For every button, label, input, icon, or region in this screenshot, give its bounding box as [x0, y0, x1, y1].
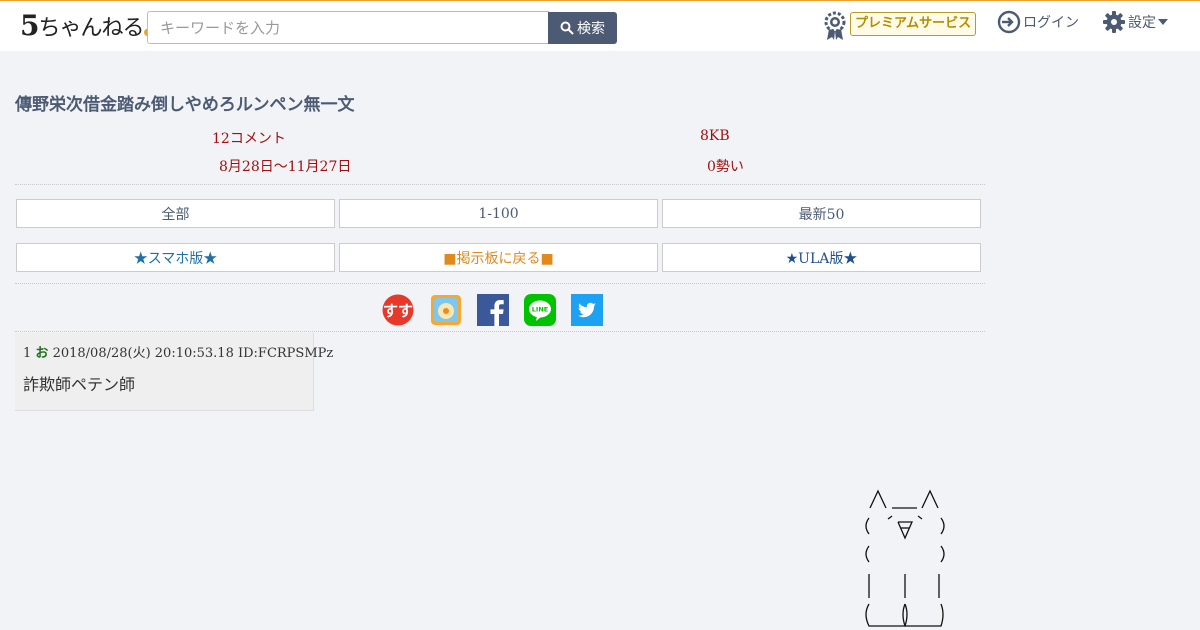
ula-version-link[interactable]: ★ULA版★ [662, 243, 981, 272]
login-button[interactable]: ログイン [997, 10, 1079, 34]
divider [15, 184, 985, 185]
settings-menu[interactable]: 設定 [1102, 10, 1168, 34]
site-logo[interactable]: 5ちゃんねる● [20, 9, 152, 42]
ascii-cat-art [865, 489, 945, 627]
view-latest-50-button[interactable]: 最新50 [662, 199, 981, 228]
search-input[interactable] [147, 11, 549, 44]
divider [15, 283, 985, 284]
thread-title: 傳野栄次借金踏み倒しやめろルンペン無一文 [15, 95, 355, 115]
post-header: 1 お 2018/08/28(火) 20:10:53.18 ID:FCRPSMP… [23, 342, 333, 361]
gear-icon [1103, 11, 1125, 33]
comment-count: 12コメント [212, 131, 286, 147]
svg-text:LINE: LINE [532, 306, 548, 314]
line-share-icon[interactable]: LINE [524, 294, 556, 326]
view-all-button[interactable]: 全部 [16, 199, 335, 228]
date-range: 8月28日〜11月27日 [219, 159, 352, 175]
back-to-board-link[interactable]: ■掲示板に戻る■ [339, 243, 658, 272]
post-datetime: 2018/08/28(火) 20:10:53.18 [52, 346, 234, 361]
post-number[interactable]: 1 [23, 346, 31, 361]
premium-service-button[interactable]: プレミアムサービス [850, 12, 977, 36]
search-button[interactable]: 検索 [548, 12, 617, 44]
caret-down-icon [1158, 19, 1168, 25]
svg-text:すす: すす [383, 302, 413, 320]
facebook-share-icon[interactable] [477, 294, 509, 326]
twitter-share-icon[interactable] [571, 294, 603, 326]
search-icon [560, 21, 574, 35]
smartphone-version-link[interactable]: ★スマホ版★ [16, 243, 335, 272]
post-body: 詐欺師ペテン師 [23, 375, 136, 394]
bookmark-share-icon[interactable] [430, 294, 462, 326]
login-icon [997, 10, 1021, 34]
post: 1 お 2018/08/28(火) 20:10:53.18 ID:FCRPSMP… [15, 333, 333, 411]
momentum: 0勢い [707, 159, 744, 175]
post-author-name: お [35, 346, 49, 361]
sumaho-share-icon[interactable]: すす [382, 294, 414, 326]
post-id[interactable]: ID:FCRPSMPz [238, 346, 333, 361]
settings-label: 設定 [1128, 15, 1156, 31]
divider [15, 331, 985, 332]
thread-size: 8KB [700, 128, 730, 144]
premium-badge-icon [824, 11, 846, 40]
top-bar: 5ちゃんねる● 検索 プレミアムサービス ログイン [0, 0, 1200, 51]
search-button-label: 検索 [577, 21, 605, 37]
view-1-100-button[interactable]: 1-100 [339, 199, 658, 228]
login-label: ログイン [1023, 15, 1079, 31]
